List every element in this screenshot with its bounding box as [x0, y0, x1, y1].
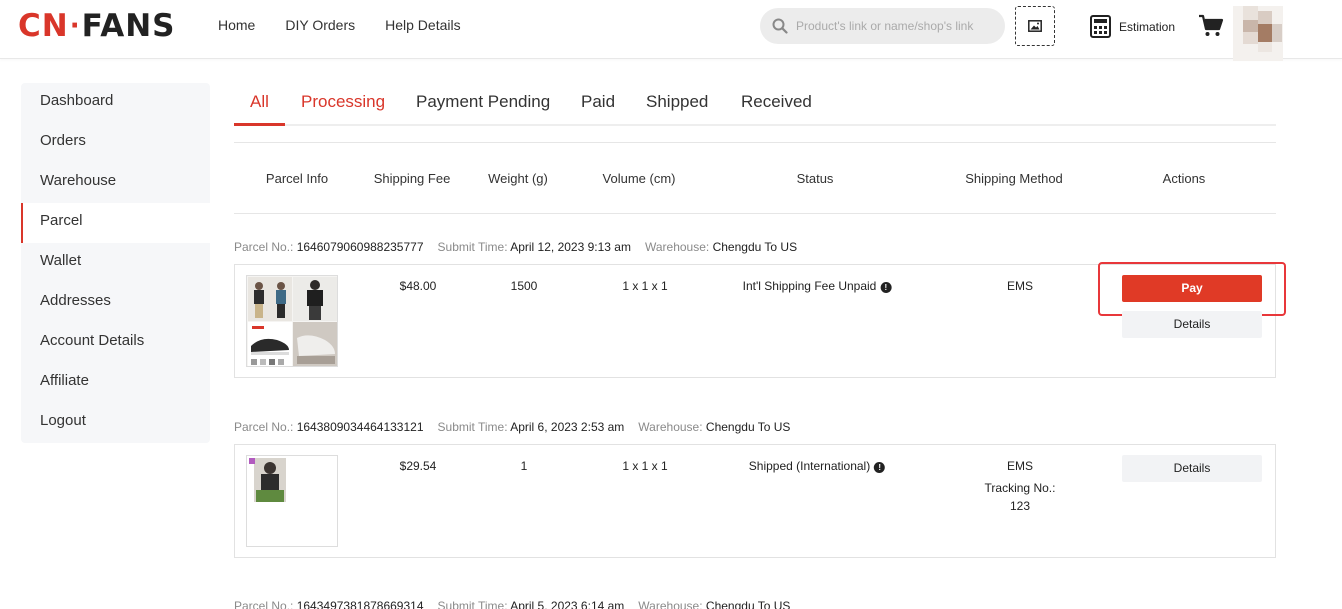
tracking-number[interactable]: 123	[1010, 499, 1030, 513]
tab-payment-pending[interactable]: Payment Pending	[416, 92, 550, 126]
sidebar-item-account-details[interactable]: Account Details	[21, 323, 210, 363]
top-header: CN·FANS Home DIY Orders Help Details Est…	[0, 0, 1342, 61]
volume: 1 x 1 x 1	[622, 279, 668, 293]
site-logo[interactable]: CN · FANS	[18, 8, 176, 44]
submit-time-value: April 6, 2023 2:53 am	[510, 420, 625, 434]
sidebar-item-orders[interactable]: Orders	[21, 123, 210, 163]
details-button[interactable]: Details	[1122, 455, 1262, 482]
image-search-button[interactable]	[1015, 6, 1055, 46]
parcel-row: $29.54 1 1 x 1 x 1 Shipped (Internationa…	[234, 444, 1276, 558]
parcel-status-tabs: All Processing Payment Pending Paid Ship…	[234, 82, 1276, 126]
status-text: Shipped (International)	[748, 459, 871, 473]
sidebar-item-parcel[interactable]: Parcel	[21, 203, 210, 243]
parcel-meta: Parcel No.: 1643497381878669314 Submit Ti…	[234, 599, 790, 609]
details-button[interactable]: Details	[1122, 311, 1262, 338]
col-shipping-method: Shipping Method	[965, 171, 1063, 186]
info-icon[interactable]: !	[880, 282, 892, 293]
submit-time-label: Submit Time:	[437, 240, 508, 254]
parcel-no-label: Parcel No.:	[234, 420, 294, 434]
user-avatar[interactable]	[1233, 6, 1283, 61]
account-sidebar: Dashboard Orders Warehouse Parcel Wallet…	[21, 83, 210, 443]
calculator-icon	[1090, 15, 1111, 38]
parcel-no-value: 1643497381878669314	[296, 599, 424, 609]
logo-dot: ·	[69, 11, 81, 41]
info-icon[interactable]: !	[874, 462, 886, 473]
status-text: Int'l Shipping Fee Unpaid	[742, 279, 877, 293]
parcel-table-header: Parcel Info Shipping Fee Weight (g) Volu…	[234, 142, 1276, 214]
pay-button[interactable]: Pay	[1122, 275, 1262, 302]
tab-paid[interactable]: Paid	[581, 92, 615, 126]
col-volume: Volume (cm)	[602, 171, 676, 186]
status: Int'l Shipping Fee Unpaid!	[743, 277, 892, 295]
parcel-no-value: 1646079060988235777	[296, 240, 424, 254]
estimation-link[interactable]: Estimation	[1090, 15, 1175, 38]
search-bar[interactable]	[760, 8, 1005, 44]
submit-time-label: Submit Time:	[437, 599, 508, 609]
parcel-no-label: Parcel No.:	[234, 599, 294, 609]
parcel-product-image	[247, 456, 337, 546]
parcel-thumbnail[interactable]	[246, 455, 338, 547]
parcel-no-label: Parcel No.:	[234, 240, 294, 254]
cart-button[interactable]	[1198, 14, 1224, 43]
sidebar-item-addresses[interactable]: Addresses	[21, 283, 210, 323]
warehouse-label: Warehouse:	[638, 420, 703, 434]
logo-cn: CN	[18, 8, 69, 44]
parcel-thumbnail[interactable]	[246, 275, 338, 367]
submit-time-label: Submit Time:	[437, 420, 508, 434]
parcel-no-value: 1643809034464133121	[296, 420, 424, 434]
method-value: EMS	[1006, 459, 1034, 473]
shipping-method: EMS	[1006, 279, 1034, 293]
sidebar-item-affiliate[interactable]: Affiliate	[21, 363, 210, 403]
col-status: Status	[796, 171, 834, 186]
search-icon[interactable]	[772, 18, 788, 34]
tab-processing[interactable]: Processing	[301, 92, 385, 126]
warehouse-label: Warehouse:	[638, 599, 703, 609]
tab-all[interactable]: All	[234, 92, 285, 126]
shipping-fee: $29.54	[399, 459, 437, 473]
weight: 1	[520, 459, 528, 473]
col-weight: Weight (g)	[488, 171, 548, 186]
nav-diy-orders[interactable]: DIY Orders	[285, 17, 355, 33]
nav-help-details[interactable]: Help Details	[385, 17, 460, 33]
cart-icon	[1199, 14, 1224, 36]
shipping-fee: $48.00	[399, 279, 437, 293]
sidebar-item-dashboard[interactable]: Dashboard	[21, 83, 210, 123]
tracking-label: Tracking No.:	[984, 481, 1056, 495]
sidebar-item-logout[interactable]: Logout	[21, 403, 210, 443]
nav-home[interactable]: Home	[218, 17, 255, 33]
sidebar-item-wallet[interactable]: Wallet	[21, 243, 210, 283]
parcel-meta: Parcel No.: 1643809034464133121 Submit Ti…	[234, 420, 790, 434]
weight: 1500	[510, 279, 538, 293]
warehouse-value: Chengdu To US	[705, 420, 791, 434]
col-shipping-fee: Shipping Fee	[373, 171, 451, 186]
parcel-meta: Parcel No.: 1646079060988235777 Submit Ti…	[234, 240, 797, 254]
estimation-label: Estimation	[1119, 19, 1176, 34]
sidebar-item-warehouse[interactable]: Warehouse	[21, 163, 210, 203]
tab-received[interactable]: Received	[741, 92, 812, 126]
image-icon	[1028, 20, 1042, 32]
submit-time-value: April 12, 2023 9:13 am	[510, 240, 631, 254]
search-input[interactable]	[796, 19, 986, 33]
logo-fans: FANS	[81, 8, 176, 44]
shipping-method: EMS Tracking No.: 123	[985, 457, 1056, 515]
col-parcel-info: Parcel Info	[265, 171, 329, 186]
warehouse-value: Chengdu To US	[705, 599, 791, 609]
tab-shipped[interactable]: Shipped	[646, 92, 708, 126]
status: Shipped (International)!	[748, 457, 886, 475]
warehouse-label: Warehouse:	[644, 240, 710, 254]
col-actions: Actions	[1162, 171, 1206, 186]
submit-time-value: April 5, 2023 6:14 am	[510, 599, 625, 609]
warehouse-value: Chengdu To US	[712, 240, 798, 254]
top-nav: Home DIY Orders Help Details	[218, 17, 461, 33]
volume: 1 x 1 x 1	[622, 459, 668, 473]
parcel-collage-image	[247, 276, 337, 366]
